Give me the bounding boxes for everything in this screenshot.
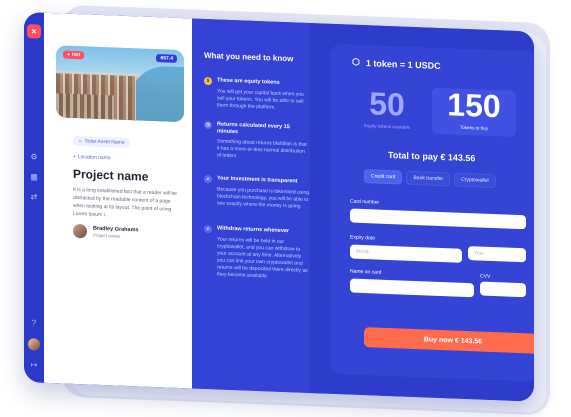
asset-chip[interactable]: ☼ Solar Asset Name [73,135,130,149]
clock-icon: ◷ [204,120,212,130]
name-on-card-label: Name on card [350,268,382,276]
info-title: What you need to know [204,50,294,64]
solar-icon: ☼ [78,138,83,145]
info-heading: Withdraw returns whenever [217,225,290,235]
info-item-transparent: ⌕ Your investment is transparent Because… [204,174,310,211]
owner-avatar [73,223,87,239]
price-badge: 657.4 [156,54,177,63]
tokens-to-buy-value: 150 [447,86,501,125]
tab-cryptowallet[interactable]: Cryptowallet [454,172,496,189]
info-heading: Returns calculated every 15 minutes [217,121,290,136]
tab-credit-card[interactable]: Credit card [364,169,403,185]
withdraw-icon: ⌕ [204,224,212,234]
info-item-withdraw: ⌕ Withdraw returns whenever Your returns… [204,224,309,282]
logout-icon[interactable]: ↦ [29,360,39,370]
swap-icon[interactable]: ⇄ [29,192,39,202]
search-icon: ⌕ [204,174,212,184]
expiry-year-field[interactable]: Year [468,246,526,263]
asset-name: Solar Asset Name [84,138,125,146]
card-number-label: Card number [350,198,380,206]
location-icon: ⌖ [73,153,76,160]
project-image: ● Hot 657.4 [56,45,184,123]
grid-icon[interactable]: ▦ [29,172,39,182]
buy-now-button[interactable]: Buy now € 143.56 [364,327,534,354]
total-value: € 143.56 [440,151,476,164]
info-item-head: $ These are equity tokens [204,76,309,89]
info-text: Your returns will be held in our cryptow… [217,236,308,280]
total-to-pay: Total to pay € 143.56 [388,150,475,163]
tokens-available: 50 Equity tokens available [348,85,426,135]
help-icon[interactable]: ? [29,318,39,328]
image-city-foreground [56,93,114,120]
expiry-label: Expiry date [350,234,376,242]
cvv-field[interactable] [480,281,526,298]
expiry-month-placeholder: Month [356,248,370,256]
fire-icon: ● [67,51,71,58]
project-panel: ● Hot 657.4 ☼ Solar Asset Name ⌖ Locatio… [44,12,192,389]
token-rate: ⬡ 1 token = 1 USDC [352,57,441,71]
info-heading: Your investment is transparent [217,175,298,185]
tokens-to-buy[interactable]: 150 Tokens to buy [432,86,516,137]
info-item-returns: ◷ Returns calculated every 15 minutes So… [204,120,309,163]
app-stage: × ⚙ ▦ ⇄ ? ↦ ● Hot 657.4 ☼ Solar Asset Na… [0,0,571,417]
expiry-month-field[interactable]: Month [350,244,462,263]
sidebar: × ⚙ ▦ ⇄ ? ↦ [24,12,44,383]
purchase-panel: ⬡ 1 token = 1 USDC 50 Equity tokens avai… [310,22,534,402]
total-label: Total to pay [388,149,438,162]
cvv-label: CVV [480,273,491,280]
info-text: Something about returns blahblah is that… [217,138,307,160]
token-icon: ⬡ [352,56,360,67]
tokens-available-label: Equity tokens available [363,123,411,130]
project-description: It is a long established fact that a rea… [73,186,177,219]
location-name: Location name [77,154,111,162]
info-text: Because you purchase is tokenised using … [217,186,310,210]
tokens-available-value: 50 [369,85,405,123]
tab-bank-transfer[interactable]: Bank transfer [406,170,451,187]
tokens-to-buy-label: Tokens to buy [460,124,488,131]
payment-tabs: Credit card Bank transfer Cryptowallet [364,169,496,189]
app-window: × ⚙ ▦ ⇄ ? ↦ ● Hot 657.4 ☼ Solar Asset Na… [24,12,534,402]
owner-role: Project owner [93,232,121,239]
hot-label: Hot [72,51,81,59]
purchase-card: ⬡ 1 token = 1 USDC 50 Equity tokens avai… [330,43,534,382]
image-sea [132,65,184,123]
info-item-head: ◷ Returns calculated every 15 minutes [204,120,309,139]
info-item-head: ⌕ Withdraw returns whenever [204,224,309,237]
coin-icon: $ [204,76,212,86]
info-item-equity: $ These are equity tokens You will get y… [204,76,309,113]
sidebar-bottom: ? ↦ [24,308,44,371]
card-number-field[interactable] [350,208,526,230]
owner-info: Bradley Grahams Project owner [93,226,139,240]
expiry-year-placeholder: Year [474,250,485,257]
name-on-card-field[interactable] [350,278,474,298]
location: ⌖ Location name [73,154,111,161]
logo-icon[interactable]: × [27,24,41,39]
token-rate-text: 1 token = 1 USDC [365,57,441,71]
info-panel: What you need to know $ These are equity… [192,18,310,393]
settings-icon[interactable]: ⚙ [29,152,39,162]
hot-badge: ● Hot [63,50,85,60]
info-item-head: ⌕ Your investment is transparent [204,174,309,187]
info-heading: These are equity tokens [217,77,280,86]
project-title: Project name [73,166,149,184]
avatar[interactable] [28,338,40,351]
project-owner: Bradley Grahams Project owner [73,223,139,241]
info-text: You will get your capital back when you … [217,88,304,111]
